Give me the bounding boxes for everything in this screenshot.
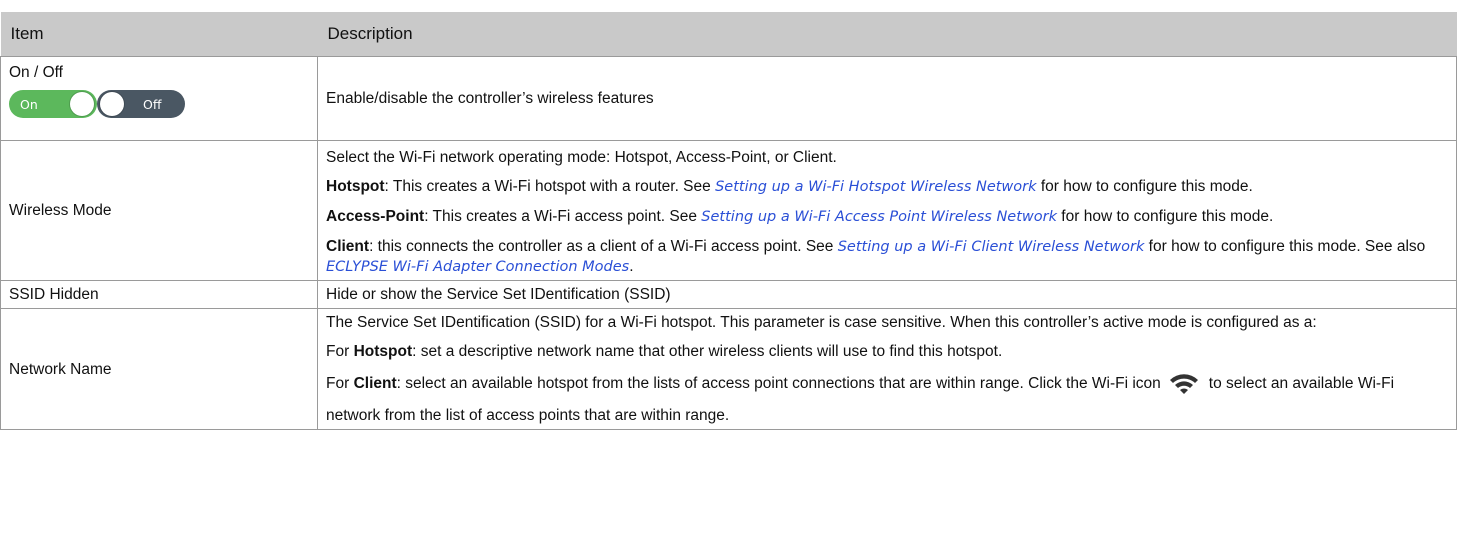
paragraph-text: : This creates a Wi-Fi hotspot with a ro… [384,178,716,195]
hotspot-paragraph: Hotspot: This creates a Wi-Fi hotspot wi… [326,177,1448,197]
paragraph-text: For [326,343,354,360]
toggle-knob [100,92,124,116]
paragraph-text: for how to configure this mode. See also [1144,238,1426,255]
item-cell: Network Name [0,308,318,430]
table-row: On / Off On Off Enable/disable the contr… [0,56,1457,141]
column-header-description: Description [317,12,1457,57]
paragraph-text: for how to configure this mode. [1057,208,1274,225]
link-hotspot-setup[interactable]: Setting up a Wi-Fi Hotspot Wireless Netw… [715,179,1036,195]
table-row: SSID Hidden Hide or show the Service Set… [0,280,1457,309]
term-hotspot: Hotspot [353,343,413,360]
term-client: Client [326,238,370,255]
paragraph-text: For [326,375,354,392]
toggle-on-label: On [20,96,38,112]
item-label: SSID Hidden [9,286,99,303]
paragraph-text: : set a descriptive network name that ot… [412,343,1003,360]
paragraph-text: : this connects the controller as a clie… [369,238,838,255]
item-label: Network Name [9,360,112,378]
link-access-point-setup[interactable]: Setting up a Wi-Fi Access Point Wireless… [701,209,1057,225]
description-cell: Select the Wi-Fi network operating mode:… [317,140,1457,281]
item-cell: SSID Hidden [0,280,318,309]
column-header-item: Item [0,12,318,57]
toggle-knob [70,92,94,116]
item-cell: On / Off On Off [0,56,318,141]
paragraph-text: : select an available hotspot from the l… [396,375,1161,392]
toggle-off-label: Off [143,96,162,112]
description-intro: The Service Set IDentification (SSID) fo… [326,314,1317,331]
hotspot-paragraph: For Hotspot: set a descriptive network n… [326,342,1448,361]
table-row: Wireless Mode Select the Wi-Fi network o… [0,140,1457,281]
toggle-off[interactable]: Off [97,90,185,118]
item-cell: Wireless Mode [0,140,318,281]
wifi-icon [1169,372,1199,403]
description-text: Hide or show the Service Set IDentificat… [326,286,671,303]
table-header-row: Item Description [0,12,1457,57]
description-cell: Hide or show the Service Set IDentificat… [317,280,1457,309]
item-label: Wireless Mode [9,202,112,219]
term-access-point: Access-Point [326,208,425,225]
page: Item Description On / Off On Off Enable/… [0,0,1470,554]
table-row: Network Name The Service Set IDentificat… [0,308,1457,430]
paragraph-text: . [629,258,634,275]
client-paragraph: For Client: select an available hotspot … [326,371,1448,429]
link-client-setup[interactable]: Setting up a Wi-Fi Client Wireless Netwo… [838,239,1145,255]
term-hotspot: Hotspot [326,178,385,195]
description-cell: The Service Set IDentification (SSID) fo… [317,308,1457,430]
description-cell: Enable/disable the controller’s wireless… [317,56,1457,141]
term-client: Client [353,375,397,392]
description-text: Enable/disable the controller’s wireless… [326,90,654,107]
client-paragraph: Client: this connects the controller as … [326,237,1448,277]
toggle-on[interactable]: On [9,90,97,118]
item-label: On / Off [9,64,63,81]
link-adapter-connection-modes[interactable]: ECLYPSE Wi-Fi Adapter Connection Modes [326,259,629,275]
description-intro: Select the Wi-Fi network operating mode:… [326,149,837,166]
access-point-paragraph: Access-Point: This creates a Wi-Fi acces… [326,207,1448,227]
paragraph-text: : This creates a Wi-Fi access point. See [424,208,702,225]
toggle-examples: On Off [9,90,309,118]
paragraph-text: for how to configure this mode. [1036,178,1253,195]
parameters-table: Item Description On / Off On Off Enable/… [0,12,1457,430]
